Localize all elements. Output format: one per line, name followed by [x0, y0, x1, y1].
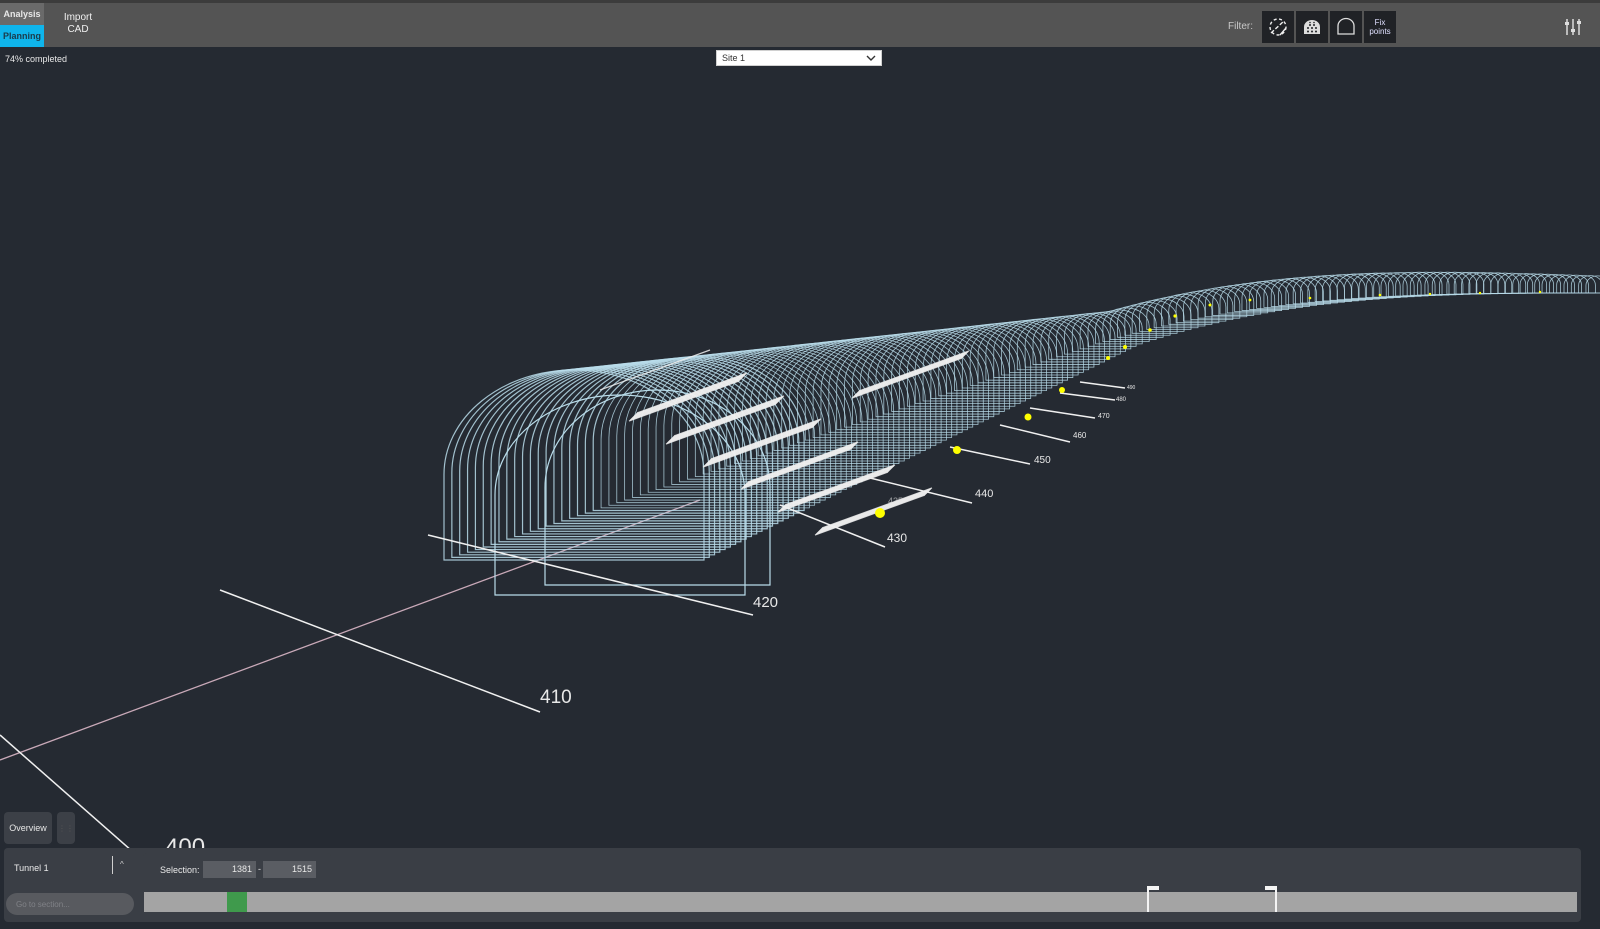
sliders-icon: [1565, 19, 1581, 35]
tunnel-ring: [1570, 274, 1596, 294]
chainage-labels: 400410420430440450460470480490435: [165, 385, 1136, 861]
tunnel-ring: [1329, 274, 1366, 301]
drill-hole: [814, 494, 926, 536]
fix-point: [1378, 293, 1382, 297]
fix-point: [1308, 296, 1312, 300]
tunnel-ring: [1256, 279, 1296, 309]
section-timeline[interactable]: [144, 886, 1577, 912]
tunnel-selector-divider: [112, 856, 113, 874]
chainage-tick: [999, 424, 1071, 443]
tunnel-ring: [1365, 272, 1401, 298]
fix-point: [1059, 387, 1065, 393]
fix-point: [953, 446, 961, 454]
fix-point: [1173, 314, 1177, 318]
chainage-ticks: [0, 381, 1126, 881]
filter-mesh-button[interactable]: [1296, 11, 1328, 43]
tunnel-ring: [544, 389, 771, 586]
tunnel-ring: [1336, 273, 1373, 301]
import-cad-label-line2: CAD: [67, 24, 89, 35]
tunnel-ring: [961, 322, 1053, 389]
mode-switch: Analysis Planning: [0, 3, 44, 47]
tunnel-ring: [1322, 274, 1359, 302]
tunnel-ring: [1307, 275, 1345, 303]
fix-point: [1106, 356, 1110, 360]
chainage-label: 430: [887, 531, 907, 545]
tunnel-profile-rings: [443, 271, 1600, 596]
chainage-label-small: 435: [888, 496, 903, 506]
chainage-tick: [949, 446, 1031, 465]
selection-to-field[interactable]: 1515: [263, 861, 316, 878]
fix-point: [1248, 298, 1252, 302]
chainage-label: 490: [1127, 385, 1136, 391]
fix-point: [1148, 328, 1152, 332]
mode-planning-tab[interactable]: Planning: [0, 25, 44, 47]
tunnel-ring: [1300, 275, 1338, 304]
tunnel-ring: [1548, 274, 1575, 294]
chevron-up-icon[interactable]: ^: [120, 860, 124, 869]
chainage-tick: [219, 589, 541, 713]
selection-separator: -: [258, 864, 261, 874]
fix-point: [1123, 345, 1127, 349]
filter-label: Filter:: [1228, 21, 1253, 32]
chainage-label: 470: [1098, 413, 1110, 420]
settings-button[interactable]: [1564, 17, 1582, 37]
tunnel-mesh-icon: [1304, 20, 1320, 34]
filter-fix-points-button[interactable]: Fix points: [1364, 11, 1396, 43]
fix-point: [1538, 290, 1542, 294]
fix-points-label-line2: points: [1369, 27, 1391, 36]
chainage-tick: [1029, 407, 1096, 419]
tunnel-3d-viewport[interactable]: 400410420430440450460470480490435: [0, 47, 1600, 929]
chainage-label: 420: [753, 594, 778, 611]
tunnel-ring: [1519, 273, 1548, 294]
fix-points-label-line1: Fix: [1374, 18, 1386, 27]
selection-label: Selection:: [160, 865, 200, 875]
flag-icon: [1264, 886, 1277, 890]
top-toolbar: Analysis Planning Import CAD Filter: Fix…: [0, 0, 1600, 47]
chainage-tick: [1079, 381, 1126, 389]
timeline-marker-end[interactable]: [1264, 886, 1277, 912]
timeline-selection[interactable]: [227, 892, 248, 912]
fix-point: [1024, 413, 1032, 421]
chainage-label: 440: [975, 488, 993, 500]
chainage-label: 450: [1034, 455, 1051, 466]
chainage-label: 410: [540, 687, 572, 708]
timeline-marker-start[interactable]: [1147, 886, 1160, 912]
overview-options-button[interactable]: ⋮⋮: [57, 812, 75, 844]
chainage-label: 480: [1116, 397, 1127, 403]
fix-point: [1208, 303, 1212, 307]
fix-point: [1478, 291, 1482, 295]
filter-drill-holes-button[interactable]: [1262, 11, 1294, 43]
filter-profile-button[interactable]: [1330, 11, 1362, 43]
chainage-label: 460: [1073, 431, 1087, 440]
fix-point: [1428, 292, 1432, 296]
drill-holes-icon: [1269, 18, 1287, 36]
import-cad-button[interactable]: Import CAD: [56, 12, 100, 36]
flag-icon: [1147, 886, 1160, 890]
fix-point: [875, 508, 885, 518]
tunnel-ring: [1512, 273, 1541, 294]
selection-from-field[interactable]: 1381: [203, 861, 256, 878]
fix-points: [875, 290, 1542, 518]
tunnel-ring: [459, 368, 716, 556]
tunnel-ring: [1314, 274, 1352, 302]
chainage-tick: [1059, 392, 1116, 401]
import-cad-label-line1: Import: [63, 12, 93, 23]
chainage-tick: [869, 477, 973, 504]
go-to-section-input[interactable]: [6, 893, 134, 915]
grip-icon: ⋮⋮: [58, 823, 74, 833]
tunnel-profile-icon: [1337, 17, 1355, 35]
tunnel-ring: [859, 331, 984, 423]
tunnel-name: Tunnel 1: [14, 863, 49, 873]
overview-button[interactable]: Overview: [4, 812, 52, 844]
tunnel-ring: [820, 335, 958, 436]
mode-analysis-tab[interactable]: Analysis: [0, 3, 44, 25]
